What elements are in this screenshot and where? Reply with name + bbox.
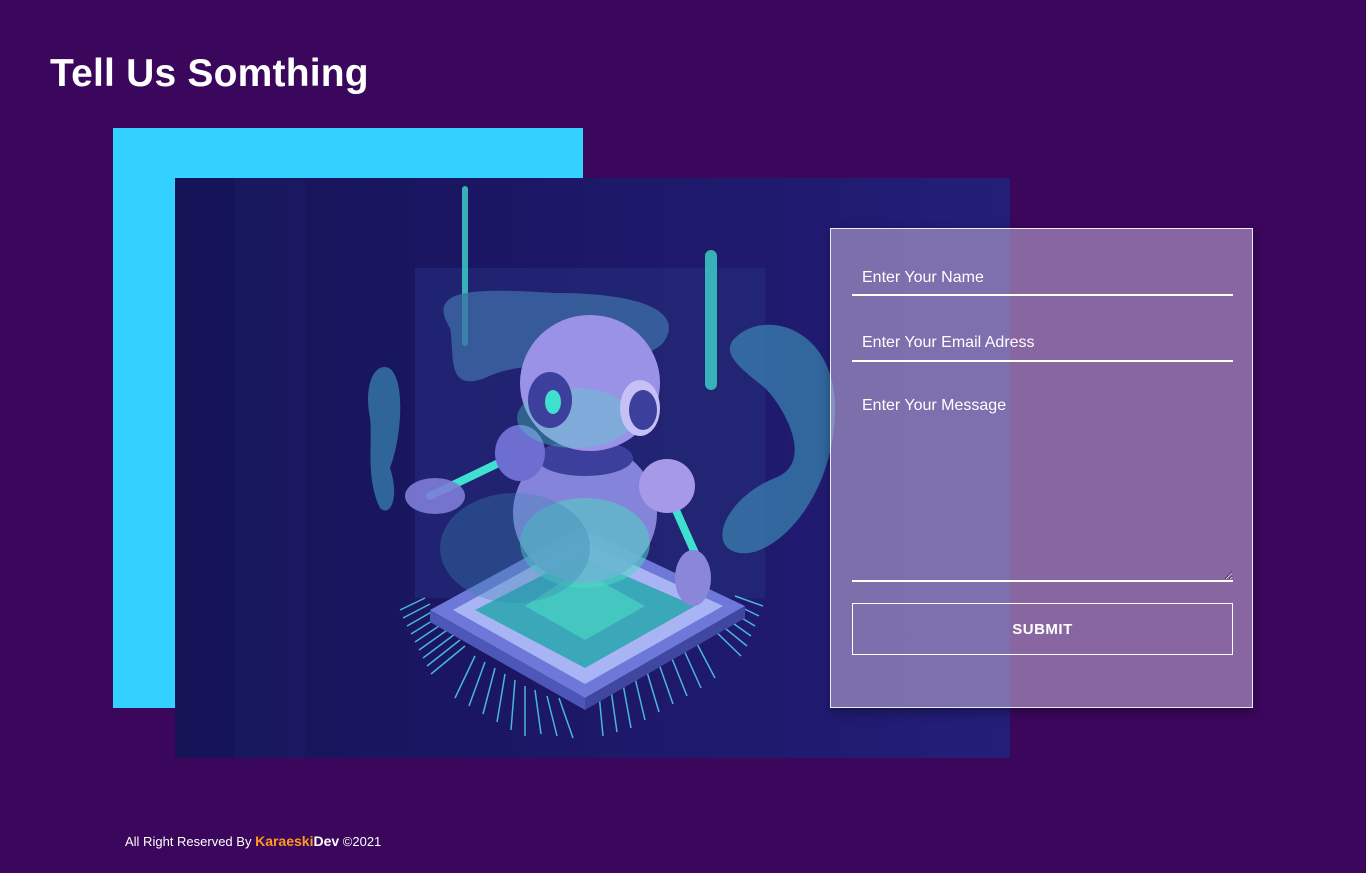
submit-button[interactable]: SUBMIT xyxy=(852,603,1233,655)
contact-form: SUBMIT xyxy=(830,228,1253,708)
light-streak xyxy=(235,178,305,758)
robot-hand-right xyxy=(675,550,711,606)
robot-hand-left xyxy=(405,478,465,514)
brand-name-first[interactable]: Karaeski xyxy=(255,833,313,849)
blob-front xyxy=(440,493,590,603)
email-input[interactable] xyxy=(852,318,1233,362)
page-title: Tell Us Somthing xyxy=(50,52,369,95)
contact-page: Tell Us Somthing Enter Your Name Enter Y… xyxy=(0,0,1366,873)
footer-copyright: ©2021 xyxy=(342,834,382,849)
name-input[interactable] xyxy=(852,254,1233,296)
message-textarea[interactable] xyxy=(852,384,1233,582)
glow-bar-right xyxy=(705,250,717,390)
blob-left xyxy=(368,367,401,511)
footer: All Right Reserved By KaraeskiDev ©2021 xyxy=(125,833,381,849)
robot-shoulder-right xyxy=(639,459,695,513)
footer-prefix: All Right Reserved By xyxy=(125,834,252,849)
robot-ear-inner xyxy=(629,390,657,430)
brand-name-second[interactable]: Dev xyxy=(313,833,339,849)
robot-eye xyxy=(545,390,561,414)
